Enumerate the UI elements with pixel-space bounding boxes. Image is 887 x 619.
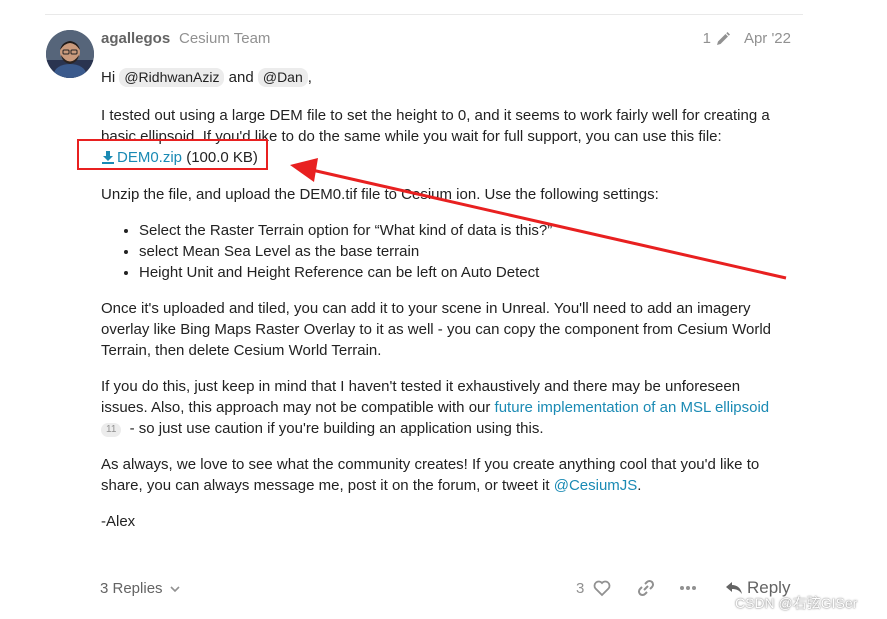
list-item: Height Unit and Height Reference can be … xyxy=(139,262,781,283)
greeting-start: Hi xyxy=(101,69,116,86)
settings-list: Select the Raster Terrain option for “Wh… xyxy=(101,220,781,283)
paragraph-5: As always, we love to see what the commu… xyxy=(101,454,781,496)
more-actions-button[interactable] xyxy=(678,578,698,602)
edit-history-button[interactable]: 1 xyxy=(703,29,731,49)
pencil-icon xyxy=(717,32,730,45)
post-date[interactable]: Apr '22 xyxy=(744,29,791,49)
mention-dan[interactable]: @Dan xyxy=(257,68,308,87)
list-item: Select the Raster Terrain option for “Wh… xyxy=(139,220,781,241)
like-button[interactable] xyxy=(592,578,612,602)
paragraph-2: Unzip the file, and upload the DEM0.tif … xyxy=(101,184,781,205)
chevron-down-icon xyxy=(169,585,180,592)
list-item: select Mean Sea Level as the base terrai… xyxy=(139,241,781,262)
username[interactable]: agallegos xyxy=(101,29,170,49)
avatar-image xyxy=(46,30,94,78)
edit-count: 1 xyxy=(702,30,711,47)
watermark: CSDN @右弦GISer xyxy=(735,595,858,611)
post-header: agallegos Cesium Team 1 Apr '22 xyxy=(101,28,793,50)
greeting-end: , xyxy=(307,69,312,86)
user-title: Cesium Team xyxy=(179,30,271,47)
greeting-line: Hi @RidhwanAziz and @Dan, xyxy=(101,67,781,88)
replies-toggle-button[interactable]: 3 Replies xyxy=(100,580,181,597)
replies-label: 3 Replies xyxy=(100,580,163,597)
heart-icon xyxy=(593,580,611,597)
share-link-button[interactable] xyxy=(636,578,656,602)
link-click-count-badge: 11 xyxy=(101,423,122,437)
mention-ridhwanaziz[interactable]: @RidhwanAziz xyxy=(119,68,225,87)
ellipsis-icon xyxy=(680,586,696,590)
paragraph-3: Once it's uploaded and tiled, you can ad… xyxy=(101,298,781,361)
greeting-and: and xyxy=(228,69,254,86)
signature-text: -Alex xyxy=(101,513,136,530)
like-count[interactable]: 3 xyxy=(576,580,584,597)
signature: -Alex xyxy=(101,511,781,532)
link-icon xyxy=(637,579,655,597)
post-footer: 3 Replies 3 Reply xyxy=(100,574,800,604)
avatar[interactable] xyxy=(46,30,94,78)
paragraph-3-text: Once it's uploaded and tiled, you can ad… xyxy=(101,300,771,359)
paragraph-2-text: Unzip the file, and upload the DEM0.tif … xyxy=(101,186,659,203)
cesiumjs-link[interactable]: @CesiumJS xyxy=(554,477,638,494)
paragraph-4-end: - so just use caution if you're building… xyxy=(129,420,544,437)
post-top-divider xyxy=(45,14,803,15)
annotation-highlight-box xyxy=(77,139,268,170)
paragraph-5-end: . xyxy=(637,477,642,494)
paragraph-5-start: As always, we love to see what the commu… xyxy=(101,456,760,494)
paragraph-4: If you do this, just keep in mind that I… xyxy=(101,376,781,439)
msl-ellipsoid-link[interactable]: future implementation of an MSL ellipsoi… xyxy=(495,399,770,416)
